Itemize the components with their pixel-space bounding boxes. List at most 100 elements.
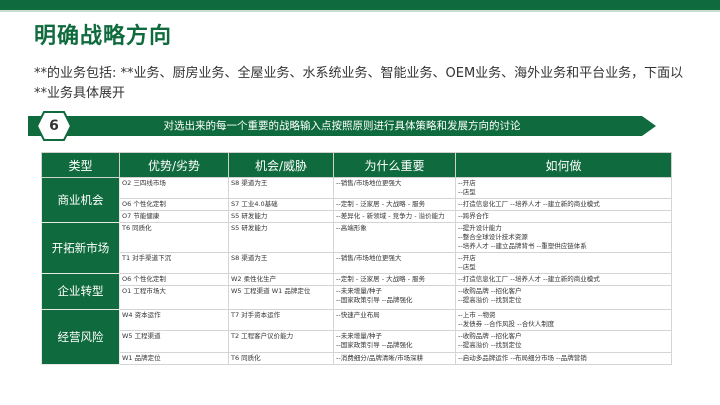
header-why-important: 为什么重要	[333, 152, 456, 178]
cell-line: --提升设计能力	[458, 224, 502, 232]
table-row: O6 个性化定制 S7 工业4.0基础 --定制 - 泛家居 - 大战略 - 服务 -…	[42, 198, 672, 211]
cell-how: --上市 --物资 --发债券 --合作风投 --合伙人制度	[455, 309, 672, 331]
cell-why: --差异化 - 新领域 - 竞争力 - 溢价能力	[333, 210, 456, 223]
cell-line: --开店	[458, 254, 476, 262]
cell-opp: S8 渠道为王	[228, 252, 334, 274]
cell-how: --开店 --店型	[455, 177, 672, 199]
cell-line: O2 三四线市场	[122, 179, 166, 187]
cell-line: W5 工程渠道	[122, 332, 161, 340]
cell-why: --未来增量/种子 --国家政策引导 --品牌强化	[333, 285, 456, 310]
top-accent-bar	[0, 0, 720, 10]
cell-opp: S7 工业4.0基础	[228, 198, 334, 211]
header-strength-weakness: 优势/劣势	[119, 152, 229, 178]
cell-how: --收购品牌 --招化客户 --提高溢价 --找到定位	[455, 285, 672, 310]
cell-line: T2 工程客户议价能力	[231, 332, 294, 340]
cell-line: S7 工业4.0基础	[231, 200, 278, 208]
step-number-badge: 6	[36, 111, 72, 141]
cell-line: W2 柔性化生产	[231, 275, 277, 283]
banner-text: 对选出来的每一个重要的战略输入点按照原则进行具体策略和发展方向的讨论	[163, 120, 521, 132]
table-row: 企业转型 O6 个性化定制 W2 柔性化生产 --定制 - 泛家居 - 大战略 - 服…	[41, 273, 672, 310]
table-row: O1 工程市场大 W5 工程渠道 W1 品牌定位 --未来增量/种子 --国家政策引导…	[42, 285, 672, 310]
cell-line: O6 个性化定制	[122, 275, 166, 283]
cell-adv: W4 资本运作	[119, 309, 229, 331]
cell-why: --消费细分/品牌清晰/市场深耕	[333, 352, 456, 365]
cell-how: --提升设计能力 --整合全球设计技术资源 --培养人才 --建立品牌背书 --重塑…	[455, 222, 672, 253]
cell-why: --高端形象	[333, 222, 456, 253]
header-opportunity-threat: 机会/威胁	[228, 152, 334, 178]
cell-line: T6 同质化	[231, 354, 261, 362]
cell-line: T6 同质化	[122, 224, 152, 232]
cell-line: --国家政策引导 --品牌强化	[336, 341, 413, 349]
cell-line: S5 研发能力	[231, 224, 268, 232]
cell-opp: T2 工程客户议价能力	[228, 330, 334, 353]
cell-how: --打造信息化工厂 --培养人才 --建立新的商业模式	[455, 273, 672, 286]
cell-line: --整合全球设计技术资源	[458, 233, 528, 241]
cell-line: W5 工程渠道 W1 品牌定位	[231, 287, 311, 295]
cell-why: --定制 - 泛家居 - 大战略 - 服务	[333, 273, 456, 286]
intro-paragraph: **的业务包括: **业务、厨房业务、全屋业务、水系统业务、智能业务、OEM业务…	[34, 66, 684, 101]
cell-opp: S5 研发能力	[228, 210, 334, 223]
cell-line: --消费细分/品牌清晰/市场深耕	[336, 354, 424, 362]
table-row: 经营风险 W4 资本运作 T7 对手资本运作 --快速产业布局 --上市 --物资 --发…	[41, 309, 672, 365]
cell-line: W1 品牌定位	[122, 354, 161, 362]
cell-adv: O6 个性化定制	[119, 273, 229, 286]
table-row: T1 对手渠道下沉 S8 渠道为王 --销售/市场地位更强大 --开店 --店型	[42, 252, 672, 274]
cell-why: --定制 - 泛家居 - 大战略 - 服务	[333, 198, 456, 211]
page-title: 明确战略方向	[34, 24, 173, 49]
cell-line: --销售/市场地位更强大	[336, 254, 402, 262]
cell-line: --收购品牌 --招化客户	[458, 332, 522, 340]
cell-line: --定制 - 泛家居 - 大战略 - 服务	[336, 275, 426, 283]
cell-adv: O6 个性化定制	[119, 198, 229, 211]
cell-line: --提高溢价 --找到定位	[458, 296, 522, 304]
cell-line: --跨界合作	[458, 212, 489, 220]
cell-line: --收购品牌 --招化客户	[458, 287, 522, 295]
cell-line: --发债券 --合作风投 --合伙人制度	[458, 320, 555, 328]
cell-line: --上市 --物资	[458, 311, 496, 319]
cell-how: --开店 --店型	[455, 252, 672, 274]
category-cell: 经营风险	[41, 309, 120, 365]
cell-opp: S8 渠道为王	[228, 177, 334, 199]
cell-line: O7 节能健康	[122, 212, 160, 220]
cell-line: S8 渠道为王	[231, 254, 268, 262]
cell-line: --未来增量/种子	[336, 332, 382, 340]
cell-adv: W1 品牌定位	[119, 352, 229, 365]
cell-line: --差异化 - 新领域 - 竞争力 - 溢价能力	[336, 212, 445, 220]
cell-line: --销售/市场地位更强大	[336, 179, 402, 187]
table-row: 商业机会 O2 三四线市场 S8 渠道为王 --销售/市场地位更强大 --开店 --店型	[41, 177, 672, 223]
cell-line: --定制 - 泛家居 - 大战略 - 服务	[336, 200, 426, 208]
cell-adv: T1 对手渠道下沉	[119, 252, 229, 274]
cell-how: --打造信息化工厂 --培养人才 --建立新的商业模式	[455, 198, 672, 211]
cell-line: S5 研发能力	[231, 212, 268, 220]
cell-adv: O7 节能健康	[119, 210, 229, 223]
table-header-row: 类型 优势/劣势 机会/威胁 为什么重要 如何做	[41, 152, 672, 178]
step-banner: 对选出来的每一个重要的战略输入点按照原则进行具体策略和发展方向的讨论	[28, 116, 656, 136]
table-row: W5 工程渠道 T2 工程客户议价能力 --未来增量/种子 --国家政策引导 --品牌…	[42, 330, 672, 353]
cell-line: --国家政策引导 --品牌强化	[336, 296, 413, 304]
step-number: 6	[49, 118, 59, 134]
table-row: O7 节能健康 S5 研发能力 --差异化 - 新领域 - 竞争力 - 溢价能力 --…	[42, 210, 672, 223]
header-how-to: 如何做	[455, 152, 672, 178]
cell-line: O1 工程市场大	[122, 287, 166, 295]
cell-line: S8 渠道为王	[231, 179, 268, 187]
table-row: 开拓新市场 T6 同质化 S5 研发能力 --高端形象 --提升设计能力 --整合全球设计…	[41, 222, 672, 274]
cell-opp: T7 对手资本运作	[228, 309, 334, 331]
cell-line: W4 资本运作	[122, 311, 161, 319]
category-cell: 商业机会	[41, 177, 120, 223]
cell-why: --未来增量/种子 --国家政策引导 --品牌强化	[333, 330, 456, 353]
table-row: W1 品牌定位 T6 同质化 --消费细分/品牌清晰/市场深耕 --启动多品牌运作 -…	[42, 352, 672, 365]
cell-opp: W2 柔性化生产	[228, 273, 334, 286]
cell-line: --培养人才 --建立品牌背书 --重塑供应链体系	[458, 242, 587, 250]
cell-line: --提高溢价 --找到定位	[458, 341, 522, 349]
cell-why: --销售/市场地位更强大	[333, 252, 456, 274]
header-type: 类型	[41, 152, 120, 178]
cell-line: --打造信息化工厂 --培养人才 --建立新的商业模式	[458, 275, 600, 283]
cell-line: --未来增量/种子	[336, 287, 382, 295]
cell-adv: O2 三四线市场	[119, 177, 229, 199]
cell-line: --快速产业布局	[336, 311, 380, 319]
table-body: 商业机会 O2 三四线市场 S8 渠道为王 --销售/市场地位更强大 --开店 --店型 O…	[41, 177, 672, 365]
cell-adv: T6 同质化	[119, 222, 229, 253]
cell-how: --收购品牌 --招化客户 --提高溢价 --找到定位	[455, 330, 672, 353]
cell-line: --启动多品牌运作 --布局细分市场 --品牌营销	[458, 354, 587, 362]
category-cell: 开拓新市场	[41, 222, 120, 274]
cell-line: T1 对手渠道下沉	[122, 254, 172, 262]
